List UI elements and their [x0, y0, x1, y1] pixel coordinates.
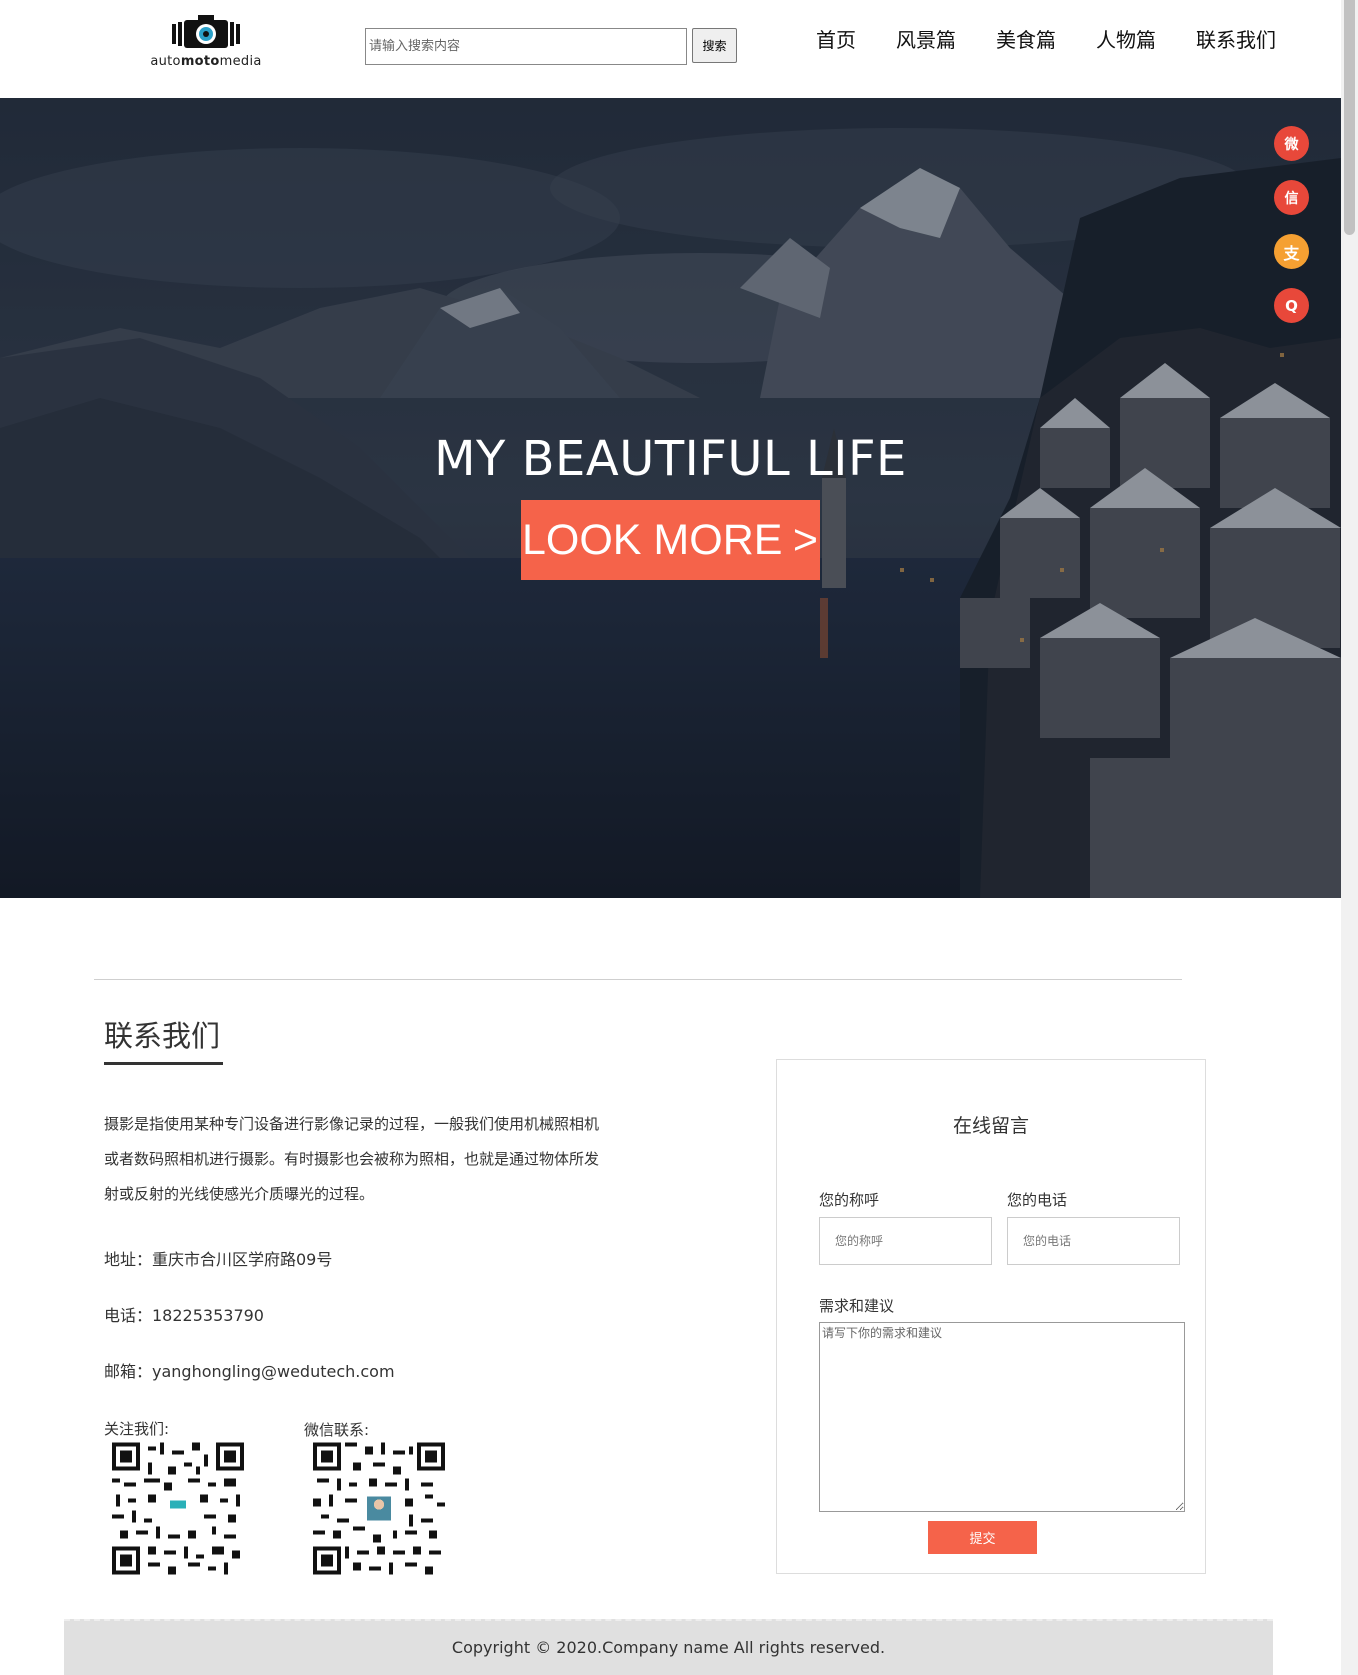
alipay-icon[interactable]: 支 — [1274, 234, 1309, 269]
nav-item-contact[interactable]: 联系我们 — [1196, 24, 1276, 53]
form-title: 在线留言 — [952, 1115, 1029, 1137]
qq-icon[interactable]: Q — [1274, 288, 1309, 323]
name-label: 您的称呼 — [819, 1191, 880, 1209]
hero-banner: MY BEAUTIFUL LIFE LOOK MORE > 微 信 支 Q — [0, 98, 1341, 898]
copyright-text: Copyright © 2020.Company name All rights… — [451, 1638, 886, 1657]
nav-item-people[interactable]: 人物篇 — [1096, 24, 1156, 53]
follow-us-label: 关注我们: — [104, 1420, 170, 1438]
search-button[interactable]: 搜索 — [692, 28, 737, 63]
follow-qr-code — [112, 1442, 244, 1575]
name-field[interactable] — [819, 1217, 992, 1265]
wechat-icon[interactable]: 信 — [1274, 180, 1309, 215]
page-scrollbar[interactable] — [1341, 0, 1358, 1675]
phone-field[interactable] — [1007, 1217, 1180, 1265]
contact-description: 摄影是指使用某种专门设备进行影像记录的过程，一般我们使用机械照相机或者数码照相机… — [104, 1115, 600, 1203]
hero-title: MY BEAUTIFUL LIFE — [434, 431, 907, 487]
contact-phone: 电话：18225353790 — [104, 1306, 264, 1325]
contact-email: 邮箱：yanghongling@wedutech.com — [104, 1362, 395, 1381]
site-footer: Copyright © 2020.Company name All rights… — [64, 1619, 1273, 1675]
search-input[interactable] — [365, 28, 687, 65]
weibo-icon[interactable]: 微 — [1274, 126, 1309, 161]
submit-button[interactable]: 提交 — [928, 1521, 1037, 1554]
wechat-contact-label: 微信联系: — [304, 1421, 370, 1439]
nav-item-home[interactable]: 首页 — [816, 24, 856, 53]
contact-title: 联系我们 — [104, 1019, 221, 1053]
message-textarea[interactable] — [819, 1322, 1185, 1512]
nav-item-scenery[interactable]: 风景篇 — [896, 24, 956, 53]
nav-item-food[interactable]: 美食篇 — [996, 24, 1056, 53]
section-divider — [94, 979, 1182, 980]
look-more-button[interactable]: LOOK MORE > — [521, 500, 820, 580]
chevron-right-icon: > — [792, 515, 818, 564]
look-more-label: LOOK MORE — [522, 515, 783, 564]
message-form: 在线留言 您的称呼 您的电话 需求和建议 提交 — [776, 1059, 1206, 1574]
phone-label: 您的电话 — [1007, 1191, 1068, 1209]
message-label: 需求和建议 — [819, 1297, 895, 1315]
logo-text: automotomedia — [150, 54, 262, 69]
site-logo[interactable]: automotomedia — [148, 14, 264, 74]
hero-landscape-image — [0, 98, 1341, 898]
title-underline — [104, 1062, 223, 1065]
site-header: automotomedia 搜索 首页 风景篇 美食篇 人物篇 联系我们 — [0, 0, 1341, 98]
contact-address: 地址：重庆市合川区学府路09号 — [104, 1250, 333, 1269]
wechat-qr-code — [313, 1442, 445, 1575]
scrollbar-thumb[interactable] — [1344, 0, 1355, 235]
camera-icon — [172, 15, 240, 48]
